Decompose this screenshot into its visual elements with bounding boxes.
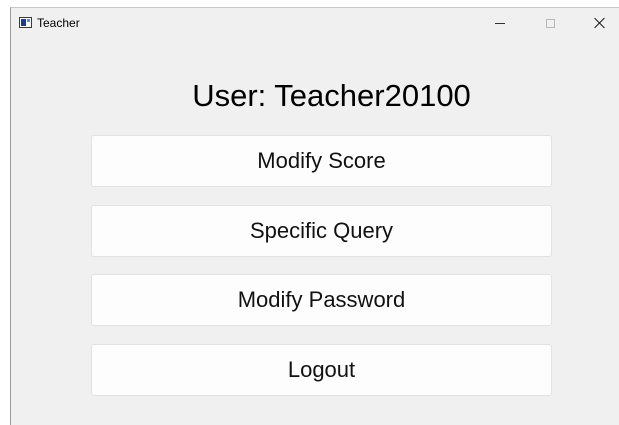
user-label: User: Teacher20100 <box>192 78 471 113</box>
maximize-button[interactable] <box>527 8 573 38</box>
teacher-window: Teacher User: Teacher20100 Modify Score … <box>10 7 619 425</box>
minimize-button[interactable] <box>477 8 523 38</box>
close-icon <box>594 17 606 29</box>
app-window-icon <box>19 17 32 28</box>
title-bar[interactable]: Teacher <box>11 8 619 38</box>
close-button[interactable] <box>577 8 619 38</box>
logout-button[interactable]: Logout <box>91 344 552 396</box>
modify-score-button[interactable]: Modify Score <box>91 135 552 187</box>
window-title: Teacher <box>37 16 80 30</box>
minimize-icon <box>495 23 505 24</box>
maximize-icon <box>545 18 555 28</box>
specific-query-button[interactable]: Specific Query <box>91 205 552 257</box>
modify-password-button[interactable]: Modify Password <box>91 274 552 326</box>
